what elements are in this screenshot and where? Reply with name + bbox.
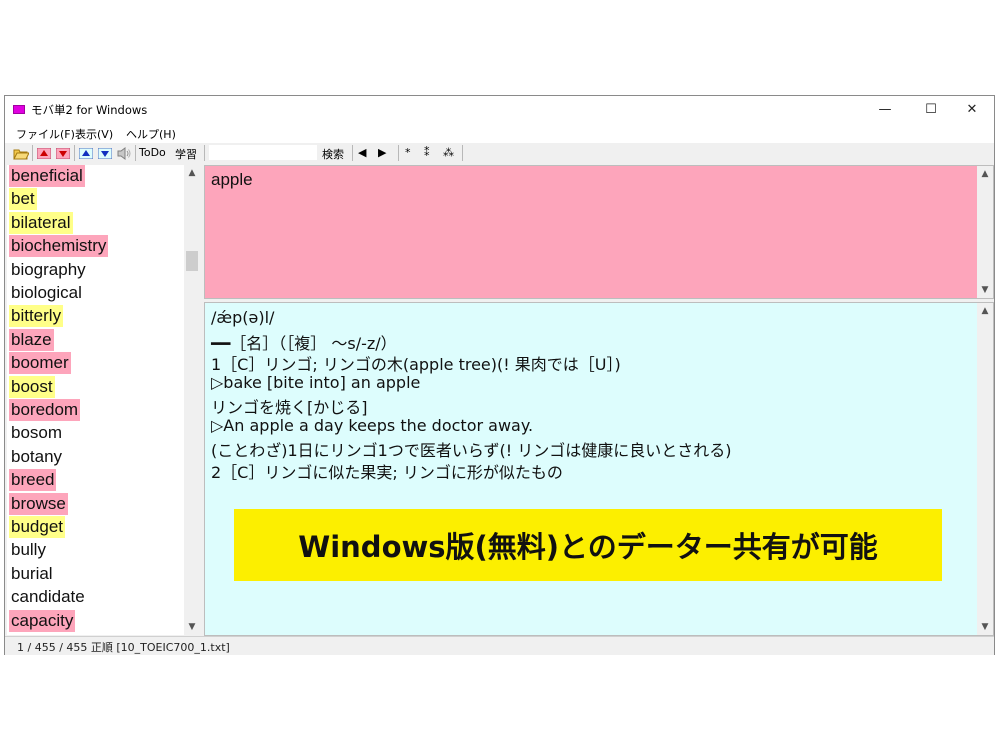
minimize-button[interactable]: —: [862, 96, 908, 123]
word-scrollbar[interactable]: ▲ ▼: [977, 166, 993, 298]
list-item[interactable]: blaze: [9, 328, 54, 351]
open-folder-icon[interactable]: [13, 146, 29, 160]
study-button[interactable]: 学習: [175, 146, 197, 162]
list-item[interactable]: breed: [9, 469, 57, 492]
star-two-icon[interactable]: ⁑: [424, 146, 430, 159]
star-one-icon[interactable]: *: [405, 146, 411, 159]
status-bar: 1 / 455 / 455 正順 [10_TOEIC700_1.txt]: [5, 636, 994, 655]
toolbar-separator: [135, 145, 136, 161]
scroll-thumb[interactable]: [186, 251, 198, 271]
search-button[interactable]: 検索: [322, 146, 344, 162]
scroll-up-icon[interactable]: ▲: [977, 303, 993, 319]
scroll-up-icon[interactable]: ▲: [977, 166, 993, 182]
prev-icon[interactable]: ◀: [358, 146, 366, 159]
toolbar-separator: [32, 145, 33, 161]
definition-line: /ǽp(ə)l/: [211, 308, 275, 327]
list-item[interactable]: bet: [9, 188, 37, 211]
definition-line: 1［C］リンゴ; リンゴの木(apple tree)(! 果肉では［U］): [211, 355, 621, 374]
title-bar: モバ単2 for Windows — ☐ ✕: [5, 96, 994, 123]
toolbar-separator: [352, 145, 353, 161]
toolbar-separator: [398, 145, 399, 161]
window-title: モバ単2 for Windows: [31, 103, 148, 117]
current-word: apple: [211, 170, 253, 189]
list-item[interactable]: bully: [9, 539, 48, 561]
definition-line: ▷An apple a day keeps the doctor away.: [211, 415, 534, 435]
pink-up-icon[interactable]: [36, 146, 51, 160]
toolbar-separator: [74, 145, 75, 161]
definition-line: ▷bake [bite into] an apple: [211, 372, 421, 392]
word-pane: apple ▲ ▼: [204, 165, 994, 299]
list-item[interactable]: biological: [9, 282, 84, 304]
list-item[interactable]: bilateral: [9, 211, 73, 234]
star-three-icon[interactable]: ⁂: [443, 146, 454, 159]
list-item[interactable]: boomer: [9, 352, 71, 375]
list-item[interactable]: boredom: [9, 399, 81, 421]
list-scrollbar[interactable]: ▲ ▼: [184, 165, 200, 635]
maximize-button[interactable]: ☐: [908, 96, 954, 123]
definition-pane: /ǽp(ə)l/ ━━［名］（［複］ ～s/-z/） 1［C］リンゴ; リンゴの木(…: [204, 302, 994, 636]
toolbar-separator: [204, 145, 205, 161]
toolbar: ToDo 学習 検索 ◀ ▶ * ⁑ ⁂: [5, 143, 994, 163]
definition-line: (ことわざ)1日にリンゴ1つで医者いらず(! リンゴは健康に良いとされる): [211, 441, 732, 460]
list-item[interactable]: beneficial: [9, 165, 85, 187]
definition-line: リンゴを焼く[かじる]: [211, 398, 368, 417]
list-item[interactable]: biochemistry: [9, 235, 109, 258]
speaker-icon[interactable]: [116, 146, 132, 160]
scroll-down-icon[interactable]: ▼: [184, 619, 200, 635]
menu-help[interactable]: ヘルプ(H): [126, 126, 176, 142]
app-icon: [13, 105, 25, 114]
list-item[interactable]: biography: [9, 259, 88, 281]
pink-down-icon[interactable]: [55, 146, 70, 160]
menu-bar: ファイル(F) 表示(V) ヘルプ(H): [5, 123, 994, 143]
scroll-down-icon[interactable]: ▼: [977, 282, 993, 298]
toolbar-separator: [462, 145, 463, 161]
todo-button[interactable]: ToDo: [139, 146, 166, 159]
list-item[interactable]: boost: [9, 375, 55, 398]
feature-banner: Windows版(無料)とのデーター共有が可能: [234, 509, 942, 581]
word-list-pane: beneficial bet bilateral biochemistry biogra…: [7, 165, 200, 635]
list-item[interactable]: burial: [9, 563, 55, 585]
list-item[interactable]: budget: [9, 516, 65, 538]
menu-file[interactable]: ファイル(F): [16, 126, 75, 142]
definition-line: ━━［名］（［複］ ～s/-z/）: [211, 333, 397, 353]
list-item[interactable]: bitterly: [9, 305, 64, 328]
list-item[interactable]: browse: [9, 492, 68, 515]
list-item[interactable]: capacity: [9, 609, 76, 632]
list-item[interactable]: candidate: [9, 586, 87, 608]
list-item[interactable]: botany: [9, 446, 64, 468]
status-text: 1 / 455 / 455 正順 [10_TOEIC700_1.txt]: [17, 641, 230, 654]
next-icon[interactable]: ▶: [378, 146, 386, 159]
app-window: モバ単2 for Windows — ☐ ✕ ファイル(F) 表示(V) ヘルプ…: [4, 95, 995, 655]
search-input[interactable]: [209, 145, 317, 160]
list-item[interactable]: bosom: [9, 422, 64, 444]
blue-up-icon[interactable]: [78, 146, 93, 160]
definition-line: 2［C］リンゴに似た果実; リンゴに形が似たもの: [211, 462, 563, 482]
menu-view[interactable]: 表示(V): [75, 126, 113, 142]
scroll-down-icon[interactable]: ▼: [977, 619, 993, 635]
scroll-up-icon[interactable]: ▲: [184, 165, 200, 181]
close-button[interactable]: ✕: [949, 96, 995, 123]
definition-scrollbar[interactable]: ▲ ▼: [977, 303, 993, 635]
blue-down-icon[interactable]: [97, 146, 112, 160]
